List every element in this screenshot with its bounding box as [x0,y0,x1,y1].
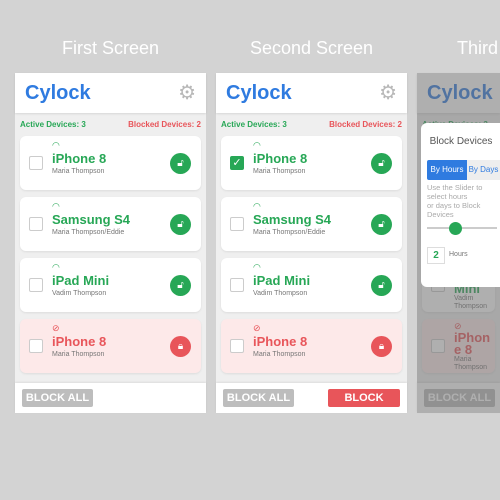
gear-icon[interactable]: ⚙ [379,83,397,103]
modal-title: Block Devices [429,136,493,147]
block-duration-modal: Block Devices By Hours By Days Use the S… [421,123,500,287]
block-all-button[interactable]: BLOCK ALL [22,389,93,407]
wifi-off-icon: ⊘ [52,323,60,333]
blocked-devices-count: Blocked Devices: 2 [329,120,402,129]
device-info: ◠iPhone 8 Maria Thompson [253,140,307,176]
device-card[interactable]: ◠ Samsung S4 Maria Thompson/Eddie 🔓︎ [20,197,201,251]
unlock-icon[interactable]: 🔓︎ [371,214,392,235]
app-header: Cylock ⚙ [15,73,206,113]
app-screen: Cylock ⚙ Active Devices: 3 Blocked Devices:… [15,73,206,413]
device-name: iPad Mini [52,273,110,288]
device-owner: Vadim Thompson [253,290,308,297]
device-checkbox[interactable] [29,278,43,292]
device-checkbox[interactable] [29,156,43,170]
device-card[interactable]: ◠ Samsung S4 Maria Thompson/Eddie 🔓︎ [221,197,402,251]
tab-by-hours[interactable]: By Hours [427,160,467,180]
wifi-off-icon: ⊘ [253,323,261,333]
block-button[interactable]: BLOCK [328,389,400,407]
wifi-icon: ◠ [253,262,261,272]
device-name: iPhone 8 [52,334,107,349]
wifi-icon: ◠ [52,262,60,272]
unlock-icon[interactable]: 🔓︎ [371,153,392,174]
device-checkbox[interactable] [230,278,244,292]
device-name: iPhone 8 [253,151,308,166]
slider-thumb[interactable] [449,222,462,235]
unlock-icon[interactable]: 🔓︎ [170,214,191,235]
device-checkbox[interactable] [230,217,244,231]
active-devices-count: Active Devices: 3 [20,120,86,129]
device-owner: Maria Thompson [52,351,105,358]
device-checkbox[interactable] [29,339,43,353]
gear-icon[interactable]: ⚙ [178,83,196,103]
device-owner: Maria Thompson/Eddie [253,229,326,236]
wifi-icon: ◠ [52,140,60,150]
app-header: Cylock ⚙ [216,73,407,113]
device-name: iPhone 8 [52,151,107,166]
device-name: Samsung S4 [253,212,332,227]
device-info: ◠iPad Mini Vadim Thompson [52,262,109,298]
app-logo: Cylock [226,82,292,104]
device-info: ◠iPhone 8 Maria Thompson [52,140,106,176]
device-counts: Active Devices: 3 Blocked Devices: 2 [15,113,206,136]
device-name: iPad Mini [253,273,311,288]
device-counts: Active Devices: 3 Blocked Devices: 2 [216,113,407,136]
device-info: ⊘iPhone 8 Maria Thompson [52,323,106,359]
device-checkbox[interactable] [29,217,43,231]
app-screen: Cylock ⚙ Active Devices: 3 Blocked Devices:… [216,73,407,413]
footer-bar: BLOCK ALL BLOCK [216,383,407,413]
device-name: Samsung S4 [52,212,131,227]
device-info: ◠Samsung S4 Maria Thompson/Eddie [253,201,331,237]
wifi-icon: ◠ [52,201,60,211]
device-checkbox[interactable]: ✓ [230,156,244,170]
footer-bar: BLOCK ALL [15,383,206,413]
wifi-icon: ◠ [253,140,261,150]
duration-value-field[interactable]: 2 [427,247,445,264]
device-owner: Maria Thompson [253,351,306,358]
unlock-icon[interactable]: 🔓︎ [170,153,191,174]
lock-icon[interactable]: 🔒︎ [170,336,191,357]
device-owner: Maria Thompson [253,168,306,175]
device-info: ◠iPad Mini Vadim Thompson [253,262,310,298]
device-info: ⊘iPhone 8 Maria Thompson [253,323,307,359]
screen-title: Second Screen [249,38,374,58]
device-card[interactable]: ◠ iPad Mini Vadim Thompson 🔓︎ [221,258,402,312]
lock-icon[interactable]: 🔒︎ [371,336,392,357]
device-owner: Vadim Thompson [52,290,107,297]
device-info: ◠Samsung S4 Maria Thompson/Eddie [52,201,130,237]
device-card[interactable]: ⊘ iPhone 8 Maria Thompson 🔒︎ [221,319,402,373]
wifi-icon: ◠ [253,201,261,211]
device-owner: Maria Thompson [52,168,105,175]
device-card[interactable]: ◠ iPad Mini Vadim Thompson 🔓︎ [20,258,201,312]
blocked-devices-count: Blocked Devices: 2 [128,120,201,129]
screen-title: Third [457,38,499,58]
modal-help-text: Use the Slider to select hours or days to… [427,183,497,219]
device-card[interactable]: ◠ iPhone 8 Maria Thompson 🔓︎ [20,136,201,190]
unlock-icon[interactable]: 🔓︎ [170,275,191,296]
block-all-button[interactable]: BLOCK ALL [223,389,294,407]
active-devices-count: Active Devices: 3 [221,120,287,129]
duration-unit-label: Hours [449,251,468,258]
unlock-icon[interactable]: 🔓︎ [371,275,392,296]
device-name: iPhone 8 [253,334,308,349]
screen-title: First Screen [61,38,160,58]
help-line-1: Use the Slider to select hours [427,183,483,201]
device-card[interactable]: ✓ ◠ iPhone 8 Maria Thompson 🔓︎ [221,136,402,190]
device-card[interactable]: ⊘ iPhone 8 Maria Thompson 🔒︎ [20,319,201,373]
device-owner: Maria Thompson/Eddie [52,229,125,236]
slider-track[interactable] [427,227,497,229]
tab-by-days[interactable]: By Days [467,160,500,180]
help-line-2: or days to Block Devices [427,201,481,219]
app-logo: Cylock [25,82,91,104]
device-checkbox[interactable] [230,339,244,353]
